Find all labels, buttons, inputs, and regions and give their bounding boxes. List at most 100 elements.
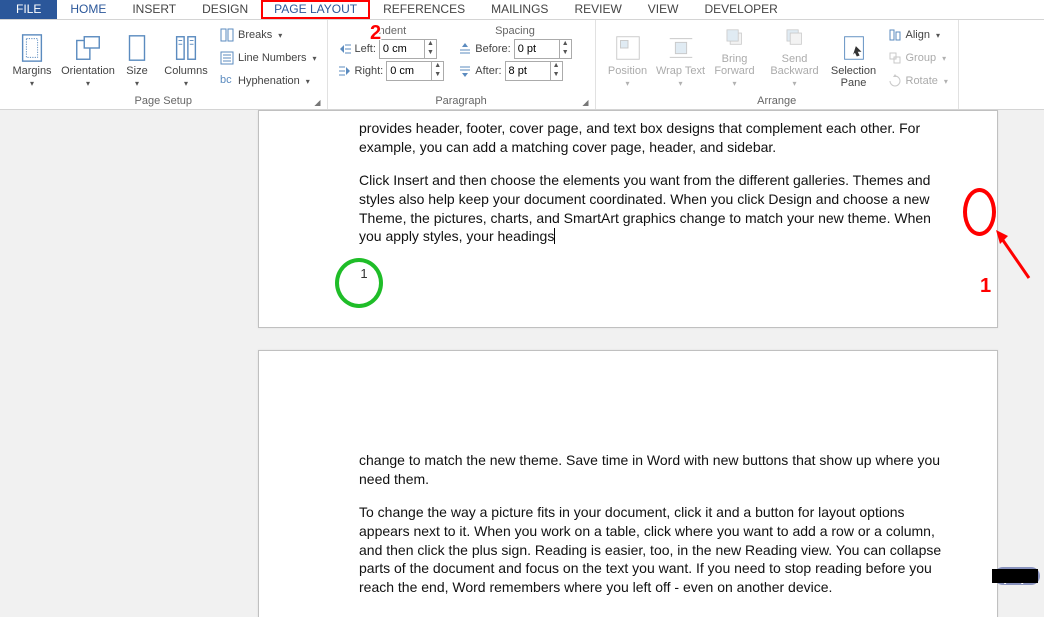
rotate-button: Rotate▾ [884, 71, 952, 91]
page-2[interactable]: change to match the new theme. Save time… [258, 350, 998, 617]
send-backward-label: Send Backward [770, 53, 818, 77]
tab-view[interactable]: VIEW [635, 0, 692, 19]
size-label: Size [126, 65, 147, 77]
columns-icon [171, 33, 201, 63]
line-numbers-label: Line Numbers [238, 52, 306, 64]
bring-forward-button: Bring Forward ▾ [706, 23, 764, 89]
dropdown-arrow-icon: ▾ [312, 54, 316, 63]
spacing-after-input[interactable] [506, 65, 550, 77]
orientation-label: Orientation [61, 65, 115, 77]
text-cursor [554, 228, 555, 244]
dropdown-arrow-icon: ▾ [936, 31, 940, 40]
tab-insert[interactable]: INSERT [119, 0, 189, 19]
spinner-down-icon[interactable]: ▼ [424, 49, 436, 58]
indent-right-spinner[interactable]: ▲▼ [386, 61, 444, 81]
spinner-up-icon[interactable]: ▲ [559, 40, 571, 49]
dropdown-arrow-icon: ▾ [306, 77, 310, 86]
dropdown-arrow-icon: ▾ [732, 79, 736, 88]
send-backward-icon [780, 25, 810, 51]
size-button[interactable]: Size▾ [116, 23, 158, 89]
tab-page-layout[interactable]: PAGE LAYOUT [261, 0, 370, 19]
line-numbers-icon [220, 51, 234, 65]
group-arrange: Position ▾ Wrap Text▾ Bring Forward ▾ Send… [596, 20, 959, 109]
position-button: Position ▾ [600, 23, 656, 89]
dropdown-arrow-icon: ▾ [678, 79, 682, 88]
tab-home[interactable]: HOME [57, 0, 119, 19]
tab-developer[interactable]: DEVELOPER [691, 0, 790, 19]
bring-forward-label: Bring Forward [714, 53, 754, 77]
spacing-heading: Spacing [458, 25, 571, 37]
group-page-setup: Margins▾ Orientation▾ Size▾ Columns▾ Bre… [0, 20, 328, 109]
spinner-down-icon[interactable]: ▼ [559, 49, 571, 58]
margins-button[interactable]: Margins ▾ [4, 23, 60, 89]
size-icon [122, 33, 152, 63]
dropdown-arrow-icon: ▾ [625, 79, 629, 88]
annotation-number-1: 1 [980, 275, 991, 298]
indent-right-input[interactable] [387, 65, 431, 77]
tab-file[interactable]: FILE [0, 0, 57, 19]
send-backward-button: Send Backward▾ [764, 23, 826, 89]
dialog-launcher-icon[interactable]: ◢ [314, 98, 320, 107]
columns-button[interactable]: Columns ▾ [158, 23, 214, 89]
tab-mailings[interactable]: MAILINGS [478, 0, 561, 19]
spacing-before-label: Before: [475, 43, 510, 55]
position-label: Position [608, 65, 647, 77]
spinner-up-icon[interactable]: ▲ [431, 62, 443, 71]
indent-left-spinner[interactable]: ▲▼ [379, 39, 437, 59]
group-objects-button: Group ▾ [884, 48, 952, 68]
dropdown-arrow-icon: ▾ [942, 54, 946, 63]
indent-right-icon [338, 64, 352, 78]
rotate-icon [888, 74, 902, 88]
spinner-up-icon[interactable]: ▲ [550, 62, 562, 71]
spinner-up-icon[interactable]: ▲ [424, 40, 436, 49]
orientation-icon [73, 33, 103, 63]
ribbon-tabs: FILE HOME INSERT DESIGN PAGE LAYOUT REFE… [0, 0, 1044, 20]
page-number: 1 [359, 266, 369, 281]
line-numbers-button[interactable]: Line Numbers ▾ [216, 48, 321, 68]
dropdown-arrow-icon: ▾ [30, 79, 34, 88]
indent-left-input[interactable] [380, 43, 424, 55]
align-button[interactable]: Align▾ [884, 25, 952, 45]
selection-pane-label: Selection Pane [826, 65, 882, 89]
group-paragraph: Indent Left: ▲▼ Right: ▲▼ Spacing Before… [328, 20, 596, 109]
dropdown-arrow-icon: ▾ [86, 79, 90, 88]
indent-right-label: Right: [355, 65, 384, 77]
spinner-down-icon[interactable]: ▼ [550, 71, 562, 80]
orientation-button[interactable]: Orientation ▾ [60, 23, 116, 89]
group-label: Page Setup [135, 95, 193, 107]
spacing-after-spinner[interactable]: ▲▼ [505, 61, 563, 81]
annotation-number-2: 2 [370, 22, 381, 45]
breaks-button[interactable]: Breaks▾ [216, 25, 321, 45]
spacing-before-spinner[interactable]: ▲▼ [514, 39, 572, 59]
hyphenation-icon: bc [220, 74, 234, 88]
spacing-before-input[interactable] [515, 43, 559, 55]
spacing-before-icon [458, 42, 472, 56]
wrap-text-button: Wrap Text▾ [656, 23, 706, 89]
breaks-icon [220, 28, 234, 42]
dropdown-arrow-icon: ▾ [278, 31, 282, 40]
indent-left-icon [338, 42, 352, 56]
group-label: Arrange [757, 95, 796, 107]
position-icon [613, 33, 643, 63]
columns-label: Columns [164, 65, 207, 77]
group-objects-label: Group [906, 52, 937, 64]
hyphenation-button[interactable]: bc Hyphenation ▾ [216, 71, 321, 91]
page-1[interactable]: provides header, footer, cover page, and… [258, 110, 998, 328]
tab-design[interactable]: DESIGN [189, 0, 261, 19]
body-paragraph: To change the way a picture fits in your… [359, 503, 949, 597]
document-area[interactable]: provides header, footer, cover page, and… [0, 110, 1044, 617]
margins-icon [17, 33, 47, 63]
group-label: Paragraph [435, 95, 486, 107]
dialog-launcher-icon[interactable]: ◢ [582, 98, 588, 107]
hyphenation-label: Hyphenation [238, 75, 300, 87]
spinner-down-icon[interactable]: ▼ [431, 71, 443, 80]
spacing-after-label: After: [475, 65, 501, 77]
indent-heading: Indent [338, 25, 445, 37]
selection-pane-button[interactable]: Selection Pane [826, 23, 882, 89]
tab-references[interactable]: REFERENCES [370, 0, 478, 19]
dropdown-arrow-icon: ▾ [184, 79, 188, 88]
margins-label: Margins [12, 65, 51, 77]
wrap-text-icon [666, 33, 696, 63]
tab-review[interactable]: REVIEW [561, 0, 634, 19]
selection-pane-icon [839, 33, 869, 63]
